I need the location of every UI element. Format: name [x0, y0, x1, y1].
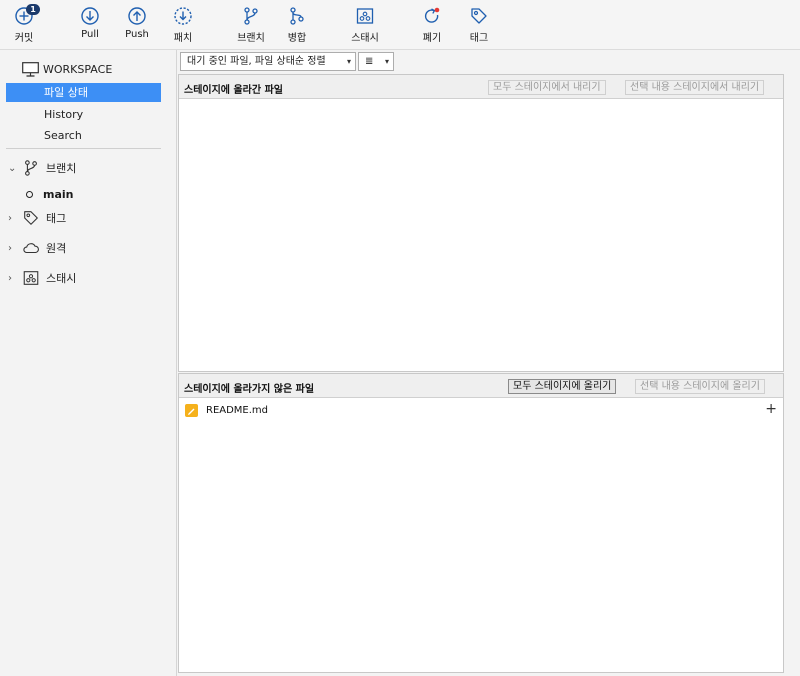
- commit-badge: 1: [26, 4, 40, 15]
- stash-button[interactable]: 스태시: [341, 6, 389, 46]
- tag-icon: [471, 8, 487, 24]
- tag-label: 태그: [469, 33, 489, 44]
- stash-label: 스태시: [351, 33, 379, 44]
- sidebar-item-file-status[interactable]: 파일 상태: [6, 83, 161, 102]
- remotes-label: 원격: [46, 242, 67, 255]
- staged-panel-title: 스테이지에 올라간 파일: [184, 85, 283, 96]
- chevron-right-icon[interactable]: ›: [8, 213, 20, 224]
- patch-label: 패치: [173, 33, 193, 44]
- right-gutter: [784, 73, 800, 676]
- file-name: README.md: [206, 404, 269, 416]
- filter-bar: 대기 중인 파일, 파일 상태순 정렬 ▾ ≣ ▾: [178, 51, 800, 73]
- tags-label: 태그: [46, 212, 67, 225]
- push-label: Push: [125, 29, 149, 40]
- discard-button[interactable]: 폐기: [408, 6, 456, 46]
- merge-button[interactable]: 병합: [273, 6, 321, 46]
- sidebar-group-remotes[interactable]: › 원격: [8, 238, 66, 258]
- file-filter-dropdown[interactable]: 대기 중인 파일, 파일 상태순 정렬 ▾: [180, 52, 356, 71]
- chevron-down-icon: ▾: [346, 57, 351, 66]
- pull-label: Pull: [81, 29, 99, 40]
- commit-button[interactable]: 1 커밋: [0, 4, 48, 46]
- branch-item-main[interactable]: main: [26, 186, 74, 202]
- branch-icon: [244, 7, 258, 25]
- branch-name: main: [43, 187, 74, 201]
- discard-label: 폐기: [422, 33, 442, 44]
- pull-arrow-down-icon: [81, 7, 99, 25]
- monitor-icon: [22, 61, 39, 77]
- sidebar-group-stashes[interactable]: › 스태시: [8, 268, 76, 288]
- push-arrow-up-icon: [128, 7, 146, 25]
- sidebar-divider: [6, 148, 161, 149]
- sidebar-item-history[interactable]: History: [6, 105, 161, 124]
- file-filter-value: 대기 중인 파일, 파일 상태순 정렬: [187, 56, 326, 67]
- branch-label: 브랜치: [237, 33, 265, 44]
- tag-icon: [24, 211, 38, 225]
- staged-files-panel: 스테이지에 올라간 파일 모두 스테이지에서 내리기 선택 내용 스테이지에서 …: [178, 74, 784, 372]
- chevron-down-icon: ▾: [384, 57, 389, 66]
- file-row[interactable]: README.md +: [185, 402, 777, 418]
- commit-label: 커밋: [14, 33, 34, 44]
- branch-icon: [25, 160, 37, 176]
- sidebar-group-branches[interactable]: ⌄ 브랜치: [8, 158, 76, 178]
- unstage-selected-button[interactable]: 선택 내용 스테이지에서 내리기: [625, 80, 765, 95]
- unstaged-files-panel: 스테이지에 올라가지 않은 파일 모두 스테이지에 올리기 선택 내용 스테이지…: [178, 373, 784, 673]
- chevron-down-icon[interactable]: ⌄: [8, 163, 20, 174]
- workspace-label: WORKSPACE: [43, 62, 113, 76]
- sidebar-group-tags[interactable]: › 태그: [8, 208, 66, 228]
- discard-icon: [424, 7, 440, 23]
- unstage-all-button[interactable]: 모두 스테이지에서 내리기: [488, 80, 606, 95]
- stage-file-plus-icon[interactable]: +: [765, 402, 777, 416]
- modified-file-icon: [185, 403, 198, 417]
- view-mode-dropdown[interactable]: ≣ ▾: [358, 52, 394, 71]
- branches-label: 브랜치: [46, 162, 77, 175]
- staged-panel-header: 스테이지에 올라간 파일 모두 스테이지에서 내리기 선택 내용 스테이지에서 …: [179, 75, 783, 99]
- stage-selected-button[interactable]: 선택 내용 스테이지에 올리기: [635, 379, 765, 394]
- stashes-label: 스태시: [46, 272, 77, 285]
- merge-label: 병합: [287, 33, 307, 44]
- current-branch-icon: [26, 190, 33, 198]
- patch-icon: [174, 7, 192, 25]
- patch-button[interactable]: 패치: [159, 6, 207, 46]
- stage-all-button[interactable]: 모두 스테이지에 올리기: [508, 379, 617, 394]
- pull-button[interactable]: Pull: [66, 6, 114, 46]
- workspace-header: WORKSPACE: [22, 60, 112, 78]
- branch-button[interactable]: 브랜치: [227, 6, 275, 46]
- list-icon: ≣: [365, 56, 374, 67]
- toolbar: 1 커밋 Pull Push 패치 브랜치 병합 스태시 폐기 태그: [0, 0, 800, 50]
- unstaged-panel-title: 스테이지에 올라가지 않은 파일: [184, 384, 315, 395]
- stash-icon: [23, 271, 39, 285]
- push-button[interactable]: Push: [113, 6, 161, 46]
- cloud-icon: [23, 243, 39, 254]
- sidebar: WORKSPACE 파일 상태 History Search ⌄ 브랜치 mai…: [0, 50, 177, 676]
- chevron-right-icon[interactable]: ›: [8, 273, 20, 284]
- tag-button[interactable]: 태그: [455, 6, 503, 46]
- unstaged-panel-header: 스테이지에 올라가지 않은 파일 모두 스테이지에 올리기 선택 내용 스테이지…: [179, 374, 783, 398]
- stash-icon: [356, 8, 374, 24]
- sidebar-item-search[interactable]: Search: [6, 126, 161, 145]
- merge-icon: [290, 7, 304, 25]
- chevron-right-icon[interactable]: ›: [8, 243, 20, 254]
